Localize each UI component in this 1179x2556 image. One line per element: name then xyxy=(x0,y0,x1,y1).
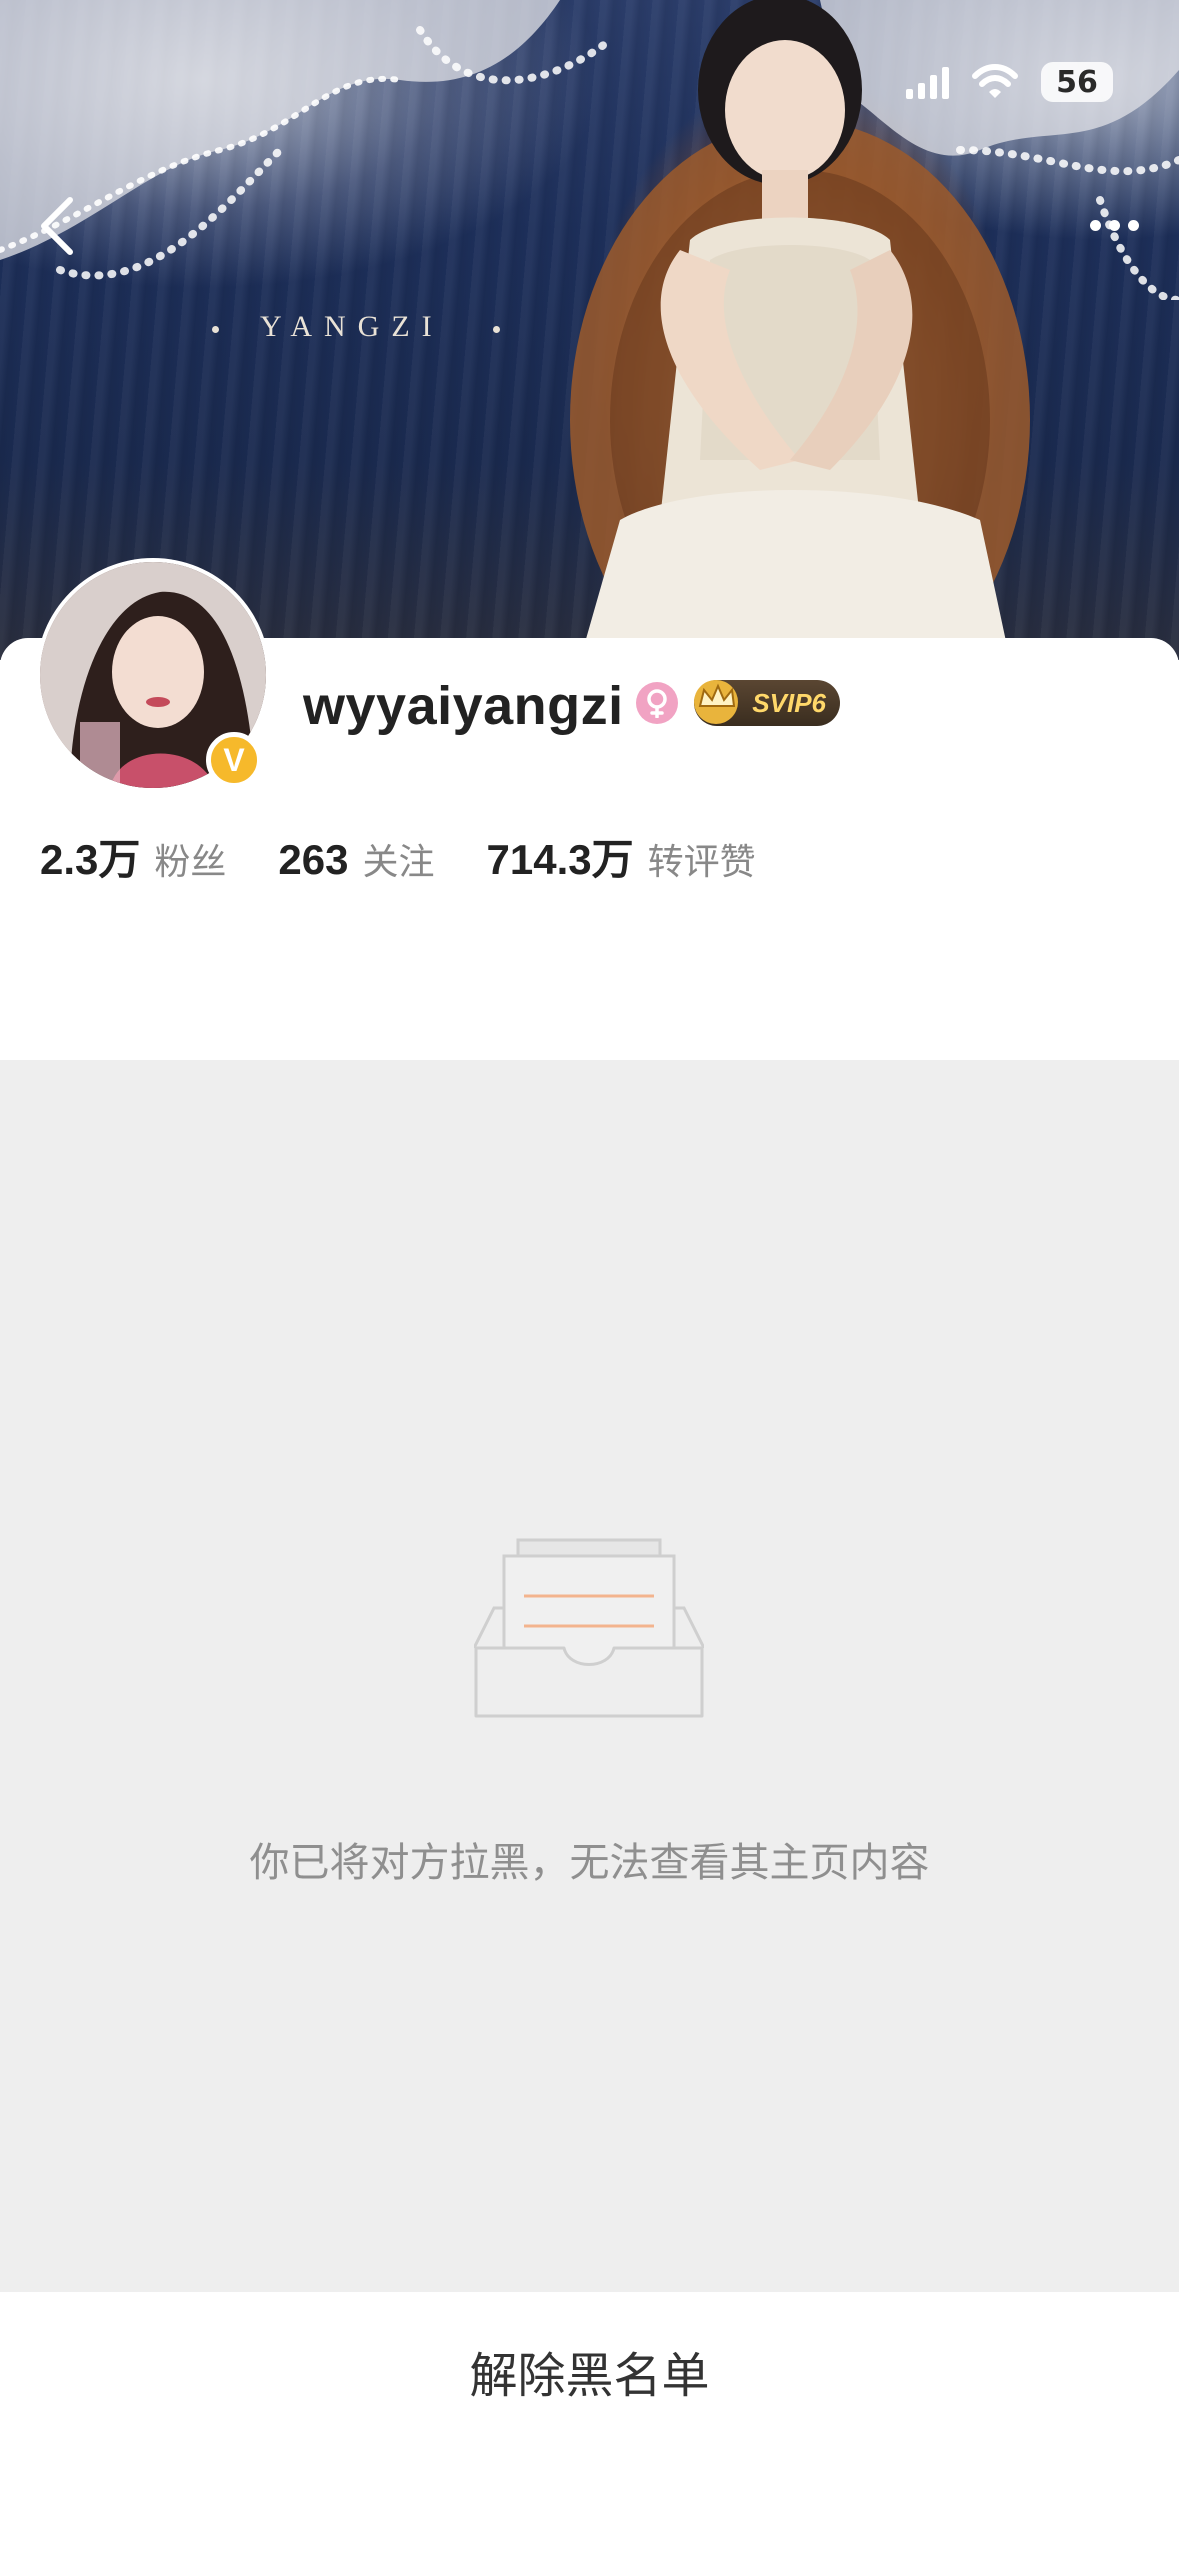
stat-following[interactable]: 263 关注 xyxy=(278,833,434,885)
female-icon xyxy=(636,682,678,724)
bottom-action-bar: 解除黑名单 xyxy=(0,2292,1179,2556)
back-button[interactable] xyxy=(28,190,88,262)
verified-badge-icon: V xyxy=(206,732,262,788)
unblock-button[interactable]: 解除黑名单 xyxy=(0,2336,1179,2406)
stat-label: 粉丝 xyxy=(154,841,227,882)
profile-username: wyyaiyangzi xyxy=(303,676,624,736)
stat-value: 2.3万 xyxy=(40,836,141,883)
stat-followers[interactable]: 2.3万 粉丝 xyxy=(40,826,226,887)
stat-label: 转评赞 xyxy=(647,841,756,882)
more-dot-icon xyxy=(1108,219,1120,231)
battery-indicator: 56 xyxy=(1041,62,1113,102)
stat-value: 714.3万 xyxy=(486,836,634,883)
cover-title-text: YANGZI xyxy=(260,310,444,343)
cellular-signal-icon xyxy=(906,65,949,99)
wifi-icon xyxy=(972,64,1018,98)
title-dot-right xyxy=(493,326,500,333)
more-options-button[interactable] xyxy=(1079,205,1149,245)
stat-interactions[interactable]: 714.3万 转评赞 xyxy=(487,826,756,887)
profile-stats: 2.3万 粉丝 263 关注 714.3万 转评赞 xyxy=(40,826,808,887)
crown-icon xyxy=(694,680,738,724)
more-dot-icon xyxy=(1089,219,1101,231)
stat-label: 关注 xyxy=(362,841,435,882)
svip-badge-label: SVIP6 xyxy=(752,687,826,718)
chevron-left-icon xyxy=(41,197,73,255)
stat-value: 263 xyxy=(278,836,349,883)
blocked-message: 你已将对方拉黑，无法查看其主页内容 xyxy=(249,1841,930,1885)
more-dot-icon xyxy=(1127,219,1139,231)
svip-badge[interactable]: SVIP6 xyxy=(694,680,840,726)
status-bar: 56 xyxy=(906,62,1113,102)
blocked-content-area: 你已将对方拉黑，无法查看其主页内容 xyxy=(0,1060,1179,2292)
empty-inbox-icon xyxy=(474,1538,704,1718)
